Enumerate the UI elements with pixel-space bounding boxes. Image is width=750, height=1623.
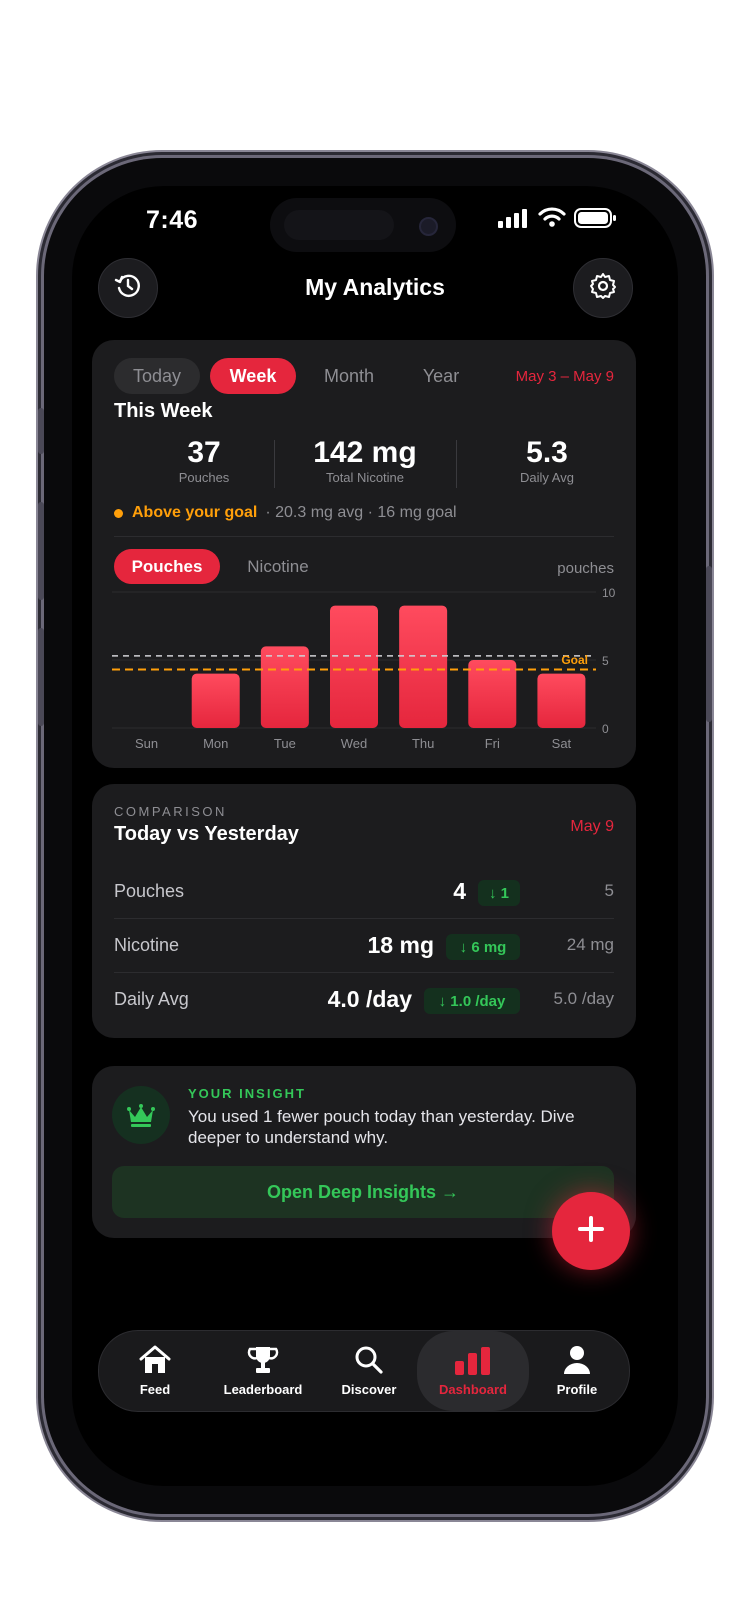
bar-mon — [191, 673, 240, 728]
goal-status-label: Above your goal — [132, 504, 258, 521]
delta-badge: ↓ 1 — [478, 880, 520, 906]
crown-icon — [112, 1086, 170, 1144]
y-tick-label: 10 — [602, 586, 616, 600]
stat-label: Daily Avg — [520, 470, 574, 485]
row-label: Pouches — [114, 881, 185, 901]
stat-daily-avg: 5.3 Daily Avg — [456, 436, 638, 485]
tab-bar: Feed Leaderboard Discover Dashboard Prof… — [98, 1330, 630, 1412]
divider — [114, 536, 614, 537]
volume-down-button — [38, 628, 44, 726]
nav-label: Leaderboard — [223, 1382, 303, 1397]
home-icon — [138, 1345, 172, 1382]
comparison-row: Nicotine 18 mg ↓ 6 mg 24 mg — [114, 926, 614, 972]
bar-wed — [330, 605, 378, 728]
comparison-date: May 9 — [570, 818, 614, 835]
trophy-icon — [246, 1345, 280, 1382]
bar-tue — [260, 646, 309, 728]
gear-icon — [588, 271, 618, 306]
comparison-row: Daily Avg 4.0 /day ↓ 1.0 /day 5.0 /day — [114, 980, 614, 1026]
mute-switch — [38, 408, 44, 454]
screen: 7:46 My Analytics Today Week Month Year … — [72, 186, 678, 1486]
volume-up-button — [38, 502, 44, 600]
divider — [114, 918, 614, 919]
search-icon — [352, 1345, 386, 1382]
dynamic-island — [270, 198, 456, 252]
comparison-kicker: COMPARISON — [114, 804, 227, 819]
stat-value: 5.3 — [526, 436, 568, 469]
goal-label: Goal — [561, 653, 588, 667]
stat-pouches: 37 Pouches — [114, 436, 294, 485]
warning-dot-icon — [114, 508, 123, 518]
tab-year[interactable]: Year — [398, 358, 484, 394]
x-tick-label: Mon — [203, 736, 228, 751]
x-tick-label: Tue — [274, 736, 296, 751]
divider — [114, 972, 614, 973]
battery-icon — [574, 208, 618, 233]
insight-kicker: YOUR INSIGHT — [188, 1086, 306, 1101]
comparison-card: COMPARISON Today vs Yesterday May 9 Pouc… — [92, 784, 636, 1038]
settings-button[interactable] — [573, 258, 633, 318]
stat-label: Total Nicotine — [325, 470, 405, 485]
x-tick-label: Fri — [485, 736, 500, 751]
insight-text: You used 1 fewer pouch today than yester… — [188, 1107, 575, 1147]
nav-label: Discover — [341, 1382, 397, 1397]
row-yesterday-value: 5.0 /day — [553, 989, 615, 1008]
analytics-card: Today Week Month Year May 3 – May 9 This… — [92, 340, 636, 768]
row-yesterday-value: 5 — [604, 881, 614, 900]
row-yesterday-value: 24 mg — [566, 935, 614, 954]
date-range[interactable]: May 3 – May 9 — [516, 368, 614, 385]
tab-today[interactable]: Today — [114, 358, 200, 394]
chart-unit: pouches — [557, 560, 614, 577]
bar-chart-icon — [453, 1345, 493, 1382]
power-button — [706, 566, 712, 722]
open-deep-insights-button[interactable]: Open Deep Insights → — [112, 1166, 614, 1218]
insight-card: YOUR INSIGHT You used 1 fewer pouch toda… — [92, 1066, 636, 1238]
row-today-value: 18 mg — [367, 932, 434, 958]
nav-label: Dashboard — [439, 1382, 507, 1397]
x-tick-label: Wed — [341, 736, 368, 751]
status-time: 7:46 — [146, 206, 199, 234]
nav-label: Profile — [556, 1382, 598, 1397]
person-icon — [560, 1345, 594, 1382]
y-tick-label: 5 — [602, 654, 609, 668]
comparison-row: Pouches 4 ↓ 1 5 — [114, 872, 614, 918]
bar-thu — [399, 605, 448, 728]
delta-badge: ↓ 1.0 /day — [424, 988, 520, 1014]
stat-value: 142 mg — [313, 436, 417, 469]
goal-status-detail: · 20.3 mg avg · 16 mg goal — [265, 504, 457, 521]
row-today-value: 4 — [453, 878, 466, 904]
bar-sat — [537, 673, 586, 728]
plus-icon — [576, 1214, 606, 1249]
nav-leaderboard[interactable]: Leaderboard — [207, 1331, 319, 1411]
tab-week[interactable]: Week — [210, 358, 296, 394]
signal-icon — [498, 208, 530, 233]
x-tick-label: Sat — [552, 736, 572, 751]
stat-label: Pouches — [178, 470, 230, 485]
row-today-value: 4.0 /day — [327, 986, 412, 1012]
nav-dashboard[interactable]: Dashboard — [417, 1331, 529, 1411]
section-heading: This Week — [114, 400, 213, 422]
wifi-icon — [538, 206, 566, 233]
nav-profile[interactable]: Profile — [531, 1331, 623, 1411]
row-label: Daily Avg — [114, 989, 189, 1009]
comparison-title: Today vs Yesterday — [114, 823, 299, 845]
row-label: Nicotine — [114, 935, 180, 955]
tab-month[interactable]: Month — [306, 358, 392, 394]
nav-discover[interactable]: Discover — [321, 1331, 417, 1411]
y-tick-label: 0 — [602, 722, 609, 736]
goal-status: Above your goal · 20.3 mg avg · 16 mg go… — [114, 504, 457, 522]
stat-nicotine: 142 mg Total Nicotine — [274, 436, 456, 485]
add-button[interactable] — [552, 1192, 630, 1270]
nav-label: Feed — [139, 1382, 171, 1397]
nav-feed[interactable]: Feed — [105, 1331, 205, 1411]
delta-badge: ↓ 6 mg — [446, 934, 520, 960]
x-tick-label: Sun — [135, 736, 158, 751]
stat-value: 37 — [187, 436, 221, 469]
x-tick-label: Thu — [412, 736, 434, 751]
bar-chart: 0 5 10 Sun Mon Tue Wed Thu Fri Sat Goal — [112, 586, 616, 751]
